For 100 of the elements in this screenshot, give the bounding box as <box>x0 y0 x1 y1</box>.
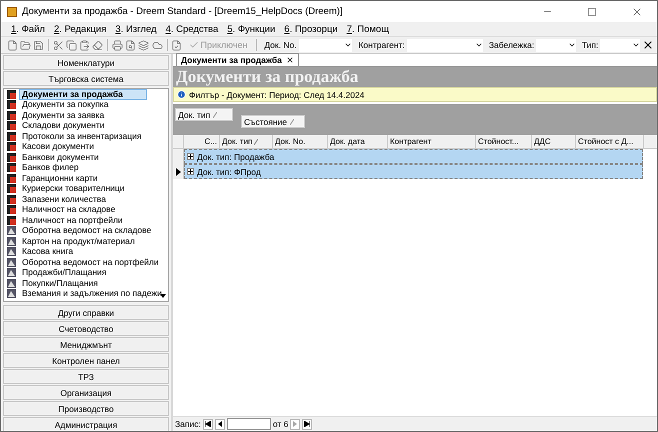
document-check-icon[interactable] <box>171 38 183 52</box>
menu-item[interactable]: 3. Изглед <box>115 24 157 34</box>
group-chip[interactable]: Док. тип <box>175 108 233 121</box>
sort-icon <box>290 118 294 124</box>
maximize-icon <box>587 6 597 16</box>
first-record-button[interactable] <box>202 418 213 430</box>
navigation-item[interactable]: Продажби/Плащания <box>19 267 110 278</box>
column-header[interactable]: Док. тип <box>220 135 273 148</box>
navigation-item[interactable]: Оборотна ведомост на портфейли <box>19 256 162 268</box>
previous-record-button[interactable] <box>214 418 225 430</box>
record-input[interactable] <box>226 418 271 430</box>
current-row-icon <box>176 168 180 176</box>
sidebar-section-button[interactable]: Организация <box>3 385 169 400</box>
navigation-item[interactable]: Вземания и задължения по падежи <box>19 288 165 300</box>
cut-icon[interactable] <box>53 38 64 52</box>
sort-icon <box>254 138 258 144</box>
group-row[interactable]: Док. тип: ФПрод <box>184 164 643 179</box>
sidebar-section-button[interactable]: ТРЗ <box>3 369 169 384</box>
last-icon <box>304 421 310 427</box>
report-icon <box>7 278 16 288</box>
navigation-item[interactable]: Покупки/Плащания <box>19 278 101 289</box>
report-icon <box>7 226 16 236</box>
sidebar-section-button[interactable]: Номенклатури <box>3 55 169 70</box>
sidebar-section-button[interactable]: Счетоводство <box>3 321 169 336</box>
expand-icon[interactable] <box>187 153 194 160</box>
sort-icon <box>213 112 218 118</box>
document-tab[interactable]: Документи за продажба <box>176 53 299 66</box>
paste-icon[interactable] <box>79 38 90 52</box>
navigation-item[interactable]: Документи за покупка <box>19 99 112 110</box>
navigation-item[interactable]: Наличност на складове <box>19 204 118 216</box>
info-icon <box>177 90 186 99</box>
copy-icon[interactable] <box>66 38 78 52</box>
previous-icon <box>218 421 222 427</box>
report-icon <box>7 236 16 246</box>
report-icon <box>7 289 16 298</box>
folder-icon[interactable] <box>20 38 32 52</box>
navigation-item[interactable]: Банкови документи <box>19 152 102 163</box>
close-icon[interactable] <box>286 56 294 64</box>
save-icon[interactable] <box>33 38 44 52</box>
check-icon <box>188 40 199 50</box>
filter-label: Тип: <box>582 40 598 50</box>
column-header[interactable]: Док. No. <box>273 135 328 148</box>
print-preview-icon[interactable] <box>125 38 136 52</box>
app-icon <box>7 6 17 16</box>
navigation-item[interactable]: Наличност на портфейли <box>19 214 126 226</box>
column-header[interactable]: Стойност... <box>476 135 532 148</box>
filter-label: Контрагент: <box>358 40 405 50</box>
navigation-item[interactable]: Картон на продукт/материал <box>19 236 138 247</box>
column-header[interactable]: С... <box>184 135 220 148</box>
sidebar-section-button[interactable]: Производство <box>3 401 169 416</box>
navigation-item[interactable]: Касова книга <box>19 246 76 258</box>
expand-icon[interactable] <box>187 168 194 175</box>
sidebar-section-button[interactable]: Търговска система <box>3 71 169 86</box>
row-indicator[interactable] <box>173 164 184 179</box>
column-header[interactable]: Стойност с Д... <box>576 135 644 148</box>
column-header[interactable]: ДДС <box>532 135 576 148</box>
menu-item[interactable]: 2. Редакция <box>54 24 106 34</box>
navigation-item[interactable]: Касови документи <box>19 141 97 152</box>
menu-item[interactable]: 6. Прозорци <box>284 24 338 34</box>
group-label: Док. тип: Продажба <box>197 152 274 162</box>
record-label: Запис: <box>175 419 201 429</box>
filter-label: Док. No. <box>264 40 297 50</box>
menu-item[interactable]: 1. Файл <box>11 24 45 34</box>
navigation-item[interactable]: Куриерски товарителници <box>19 183 128 194</box>
eraser-icon[interactable] <box>92 38 104 52</box>
report-icon <box>7 258 16 267</box>
group-row[interactable]: Док. тип: Продажба <box>184 149 643 164</box>
layers-icon[interactable] <box>138 38 150 52</box>
print-icon[interactable] <box>112 38 124 52</box>
menu-item[interactable]: 4. Средства <box>166 24 218 34</box>
navigation-item[interactable]: Документи за заявка <box>19 110 108 121</box>
navigation-item[interactable]: Оборотна ведомост на складове <box>19 225 154 236</box>
report-icon <box>7 247 16 256</box>
new-file-icon[interactable] <box>7 38 18 52</box>
first-icon <box>204 421 211 427</box>
next-icon <box>293 421 298 427</box>
navigation-item[interactable]: Запазени количества <box>19 194 109 205</box>
window-title: Документи за продажба - Dreem Standard - [Dreem15_HelpDocs (Dreem)] <box>22 6 344 17</box>
record-count: от 6 <box>272 419 288 429</box>
menu-item[interactable]: 5. Функции <box>227 24 276 34</box>
last-record-button[interactable] <box>302 418 312 430</box>
navigation-item[interactable]: Банков филер <box>19 162 82 174</box>
scroll-down-icon[interactable] <box>160 294 166 298</box>
report-icon <box>7 268 16 278</box>
sidebar-section-button[interactable]: Администрация <box>3 417 169 431</box>
menu-item[interactable]: 7. Помощ <box>346 24 390 34</box>
navigation-item[interactable]: Складови документи <box>19 120 108 132</box>
column-header[interactable]: Док. дата <box>328 135 388 148</box>
sidebar-section-button[interactable]: Други справки <box>3 305 169 320</box>
filter-label: Забележка: <box>488 40 534 50</box>
navigation-item[interactable]: Протоколи за инвентаризация <box>19 130 144 142</box>
sidebar-section-button[interactable]: Мениджмънт <box>3 337 169 352</box>
filter-text: Филтър - Документ: Период: След 14.4.2024 <box>189 90 364 100</box>
column-header[interactable]: Контрагент <box>388 135 476 148</box>
group-chip[interactable]: Състояние <box>241 115 305 128</box>
navigation-item[interactable]: Гаранционни карти <box>19 172 101 184</box>
page-heading: Документи за продажба <box>173 67 657 87</box>
group-label: Док. тип: ФПрод <box>197 166 261 176</box>
navigation-item[interactable]: Документи за продажба <box>19 89 147 100</box>
sidebar-section-button[interactable]: Контролен панел <box>3 353 169 368</box>
